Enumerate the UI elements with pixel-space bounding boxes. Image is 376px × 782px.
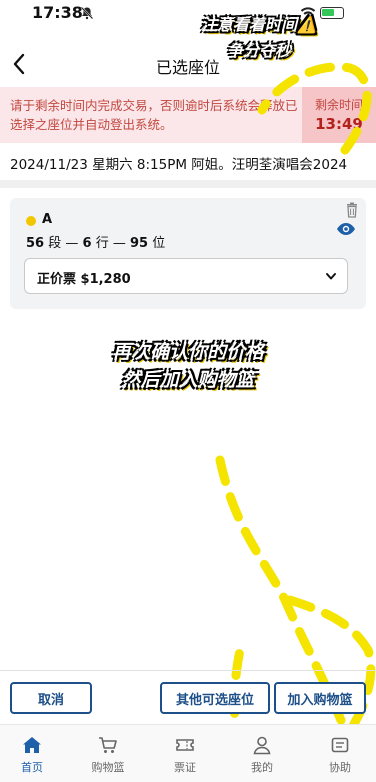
user-icon <box>253 736 271 755</box>
separator: — <box>112 236 126 251</box>
section-divider <box>0 180 376 188</box>
overlay-mid-line2: 然后加入购物篮 <box>121 369 255 391</box>
overlay-mid-line1: 再次确认你的价格 <box>111 341 264 363</box>
ticket-price-select[interactable]: 正价票 $1,280 <box>24 258 348 294</box>
overlay-top-line2: 争分夺秒 <box>226 41 291 60</box>
status-time: 17:38 <box>32 3 83 22</box>
tab-help[interactable]: 协助 <box>310 735 370 775</box>
row-unit: 行 <box>95 236 109 251</box>
overlay-top-line1: 注意看着时间⚠️ <box>201 15 317 34</box>
section-label: A <box>42 212 53 227</box>
home-icon <box>23 737 41 753</box>
seat-unit: 位 <box>152 236 166 251</box>
tab-basket[interactable]: 购物篮 <box>78 735 138 775</box>
cart-icon <box>99 737 117 753</box>
tab-basket-label: 购物篮 <box>91 761 125 774</box>
seat-card: A 56 段 — 6 行 — 95 位 正价票 $1,280 <box>10 198 366 309</box>
tab-profile[interactable]: 我的 <box>232 735 292 775</box>
overlay-caption-middle: 再次确认你的价格 然后加入购物篮 <box>60 338 316 394</box>
tab-tickets[interactable]: 票证 <box>155 735 215 775</box>
countdown-value: 13:49 <box>315 115 363 133</box>
row-number: 6 <box>82 236 92 251</box>
chevron-down-icon <box>326 273 336 280</box>
tab-help-label: 协助 <box>329 761 351 774</box>
other-seats-button[interactable]: 其他可选座位 <box>160 682 270 714</box>
add-to-basket-button[interactable]: 加入购物篮 <box>274 682 366 714</box>
timer-message: 请于剩余时间内完成交易，否则逾时后系统会释放已选择之座位并自动登出系统。 <box>10 98 298 132</box>
selected-price-option: 正价票 $1,280 <box>37 272 131 287</box>
tab-home[interactable]: 首页 <box>2 735 62 775</box>
countdown-box: 剩余时间 13:49 <box>302 87 376 143</box>
timer-banner: 请于剩余时间内完成交易，否则逾时后系统会释放已选择之座位并自动登出系统。 剩余时… <box>0 87 376 143</box>
seat-location: 56 段 — 6 行 — 95 位 <box>26 232 165 251</box>
ticket-icon <box>176 739 194 751</box>
event-info: 2024/11/23 星期六 8:15PM 阿姐。汪明荃演唱会2024 <box>10 157 348 173</box>
help-icon <box>331 737 349 753</box>
section-color-dot <box>26 216 36 226</box>
separator: — <box>65 236 79 251</box>
seat-number: 95 <box>130 236 149 251</box>
tab-tickets-label: 票证 <box>174 761 196 774</box>
bell-muted-icon <box>80 6 94 20</box>
eye-icon[interactable] <box>336 222 356 236</box>
tab-profile-label: 我的 <box>251 761 273 774</box>
bottom-tab-bar: 首页 购物篮 票证 我的 协助 <box>0 724 376 782</box>
footer-divider <box>0 670 376 671</box>
trash-icon[interactable] <box>344 202 360 218</box>
overlay-caption-top: 注意看着时间⚠️ 争分夺秒 <box>184 12 334 64</box>
countdown-label: 剩余时间 <box>314 98 363 112</box>
block-number: 56 <box>26 236 45 251</box>
block-unit: 段 <box>48 236 62 251</box>
cancel-button[interactable]: 取消 <box>10 682 92 714</box>
tab-home-label: 首页 <box>21 761 43 774</box>
